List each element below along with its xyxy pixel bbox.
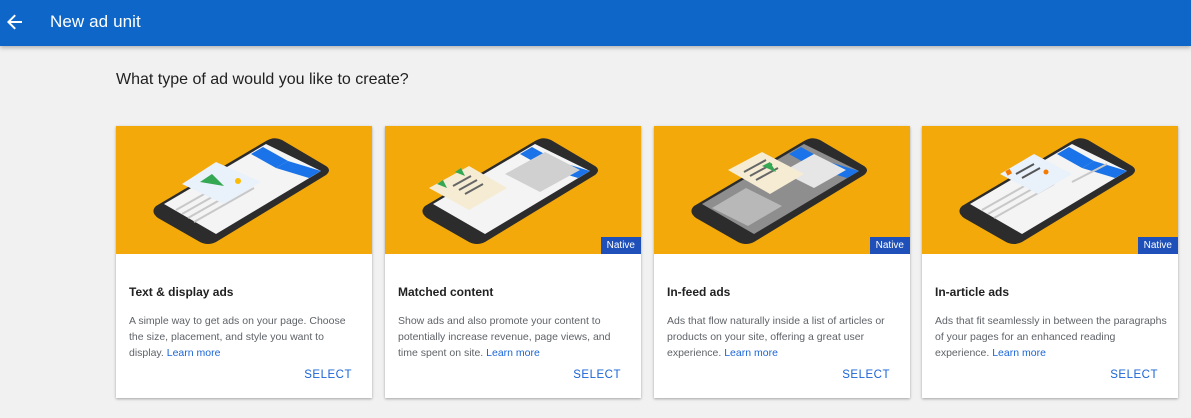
card-title: Matched content	[398, 285, 494, 299]
card-title: Text & display ads	[129, 285, 234, 299]
card-description: Show ads and also promote your content t…	[398, 313, 630, 361]
card-title: In-feed ads	[667, 285, 731, 299]
text-display-illustration	[116, 126, 372, 254]
card-description-text: Ads that fit seamlessly in between the p…	[935, 315, 1167, 359]
card-title: In-article ads	[935, 285, 1010, 299]
learn-more-link[interactable]: Learn more	[992, 347, 1046, 359]
ad-type-card-text-display[interactable]: Text & display ads A simple way to get a…	[116, 126, 372, 398]
select-button[interactable]: SELECT	[304, 369, 352, 381]
app-header: New ad unit	[0, 0, 1191, 46]
back-button[interactable]	[5, 10, 25, 34]
card-description: Ads that fit seamlessly in between the p…	[935, 313, 1167, 361]
card-description: Ads that flow naturally inside a list of…	[667, 313, 899, 361]
native-badge: Native	[600, 237, 641, 254]
learn-more-link[interactable]: Learn more	[167, 347, 221, 359]
in-article-illustration: Native	[922, 126, 1178, 254]
arrow-back-icon	[7, 14, 22, 30]
ad-type-heading: What type of ad would you like to create…	[116, 71, 409, 88]
learn-more-link[interactable]: Learn more	[724, 347, 778, 359]
ad-type-card-in-feed[interactable]: Native In-feed ads Ads that flow natural…	[654, 126, 910, 398]
select-button[interactable]: SELECT	[842, 369, 890, 381]
select-button[interactable]: SELECT	[1110, 369, 1158, 381]
page-title: New ad unit	[50, 12, 141, 31]
card-description: A simple way to get ads on your page. Ch…	[129, 313, 361, 361]
learn-more-link[interactable]: Learn more	[486, 347, 540, 359]
native-badge: Native	[869, 237, 910, 254]
ad-type-card-matched-content[interactable]: Native Matched content Show ads and also…	[385, 126, 641, 398]
native-badge: Native	[1137, 237, 1178, 254]
select-button[interactable]: SELECT	[573, 369, 621, 381]
in-feed-illustration: Native	[654, 126, 910, 254]
matched-content-illustration: Native	[385, 126, 641, 254]
card-description-text: A simple way to get ads on your page. Ch…	[129, 315, 346, 359]
ad-type-card-in-article[interactable]: Native In-article ads Ads that fit seaml…	[922, 126, 1178, 398]
